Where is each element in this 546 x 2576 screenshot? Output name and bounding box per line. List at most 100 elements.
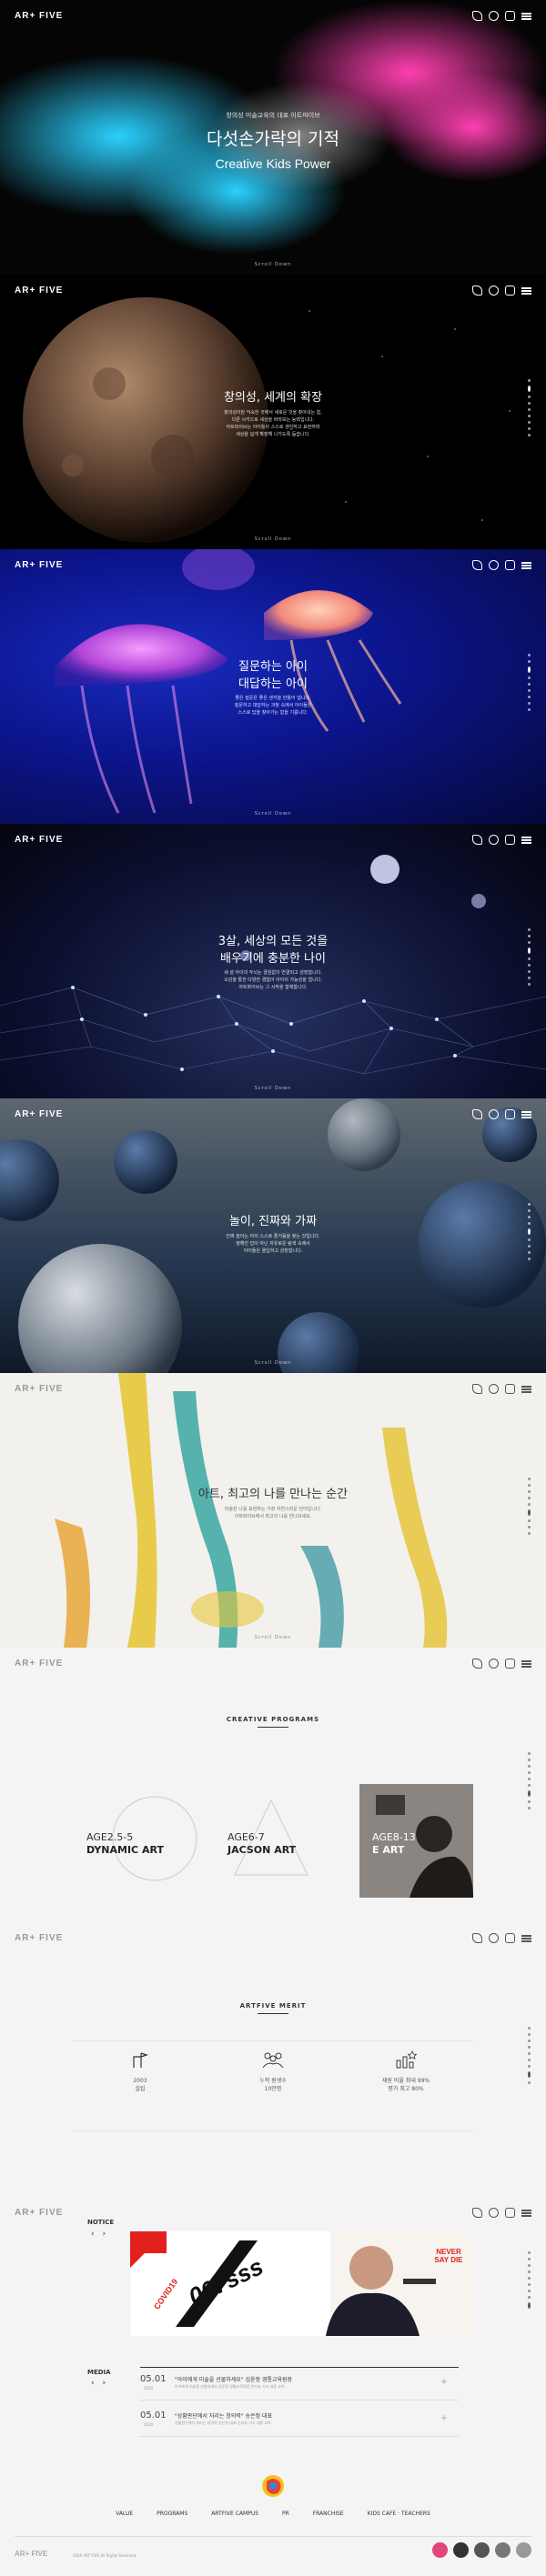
chat-icon[interactable] [489, 1659, 499, 1669]
brand-logo[interactable]: AR+ FIVE [15, 286, 63, 296]
phone-icon[interactable] [472, 835, 482, 845]
program-card-eart[interactable]: AGE8-13 E ART [359, 1784, 473, 1898]
message-icon[interactable] [505, 286, 515, 296]
section-pagination[interactable] [528, 2027, 531, 2088]
brand-logo[interactable]: AR+ FIVE [15, 11, 63, 21]
menu-icon[interactable] [521, 11, 531, 21]
scroll-down-hint[interactable]: Scroll Down [0, 1086, 546, 1091]
question-title: 질문하는 아이 대답하는 아이 [238, 660, 308, 691]
section-pagination[interactable] [528, 928, 531, 989]
program-card-jacson[interactable]: AGE6-7 JACSON ART [228, 1784, 341, 1898]
message-icon[interactable] [505, 11, 515, 21]
footer-link-kidscafe[interactable]: KIDS CAFE · TEACHERS [368, 2511, 430, 2517]
menu-icon[interactable] [521, 835, 531, 845]
blog-icon[interactable] [474, 2542, 490, 2558]
kakao-icon[interactable] [495, 2542, 511, 2558]
scroll-down-hint[interactable]: Scroll Down [0, 536, 546, 542]
menu-icon[interactable] [521, 1109, 531, 1119]
notice-media-section: AR+ FIVE NOTICE ‹ › COVID19 007sss NEVER… [0, 2197, 546, 2576]
programs-label: CREATIVE PROGRAMS [0, 1716, 546, 1728]
phone-icon[interactable] [472, 560, 482, 570]
program-card-dynamic[interactable]: AGE2.5-5 DYNAMIC ART [86, 1784, 200, 1898]
phone-icon[interactable] [472, 1933, 482, 1943]
age3-title: 3살, 세상의 모든 것을 배우기에 충분한 나이 [217, 935, 329, 966]
facebook-icon[interactable] [516, 2542, 531, 2558]
chat-icon[interactable] [489, 286, 499, 296]
next-arrow-icon[interactable]: › [102, 2230, 106, 2239]
chat-icon[interactable] [489, 2208, 499, 2218]
hero-kicker: 창의성 미술교육의 대표 아트파이브 [226, 112, 320, 119]
section-pagination[interactable] [528, 654, 531, 715]
footer-link-pr[interactable]: PR [282, 2511, 289, 2517]
social-links [432, 2542, 531, 2558]
chat-icon[interactable] [489, 560, 499, 570]
message-icon[interactable] [505, 1933, 515, 1943]
plus-icon[interactable]: + [440, 2377, 448, 2387]
age3-body: 세 살 아이의 두뇌는 끊임없이 연결되고 성장합니다. 오감을 통한 다양한 … [224, 970, 322, 990]
brand-logo[interactable]: AR+ FIVE [15, 835, 63, 845]
media-divider [140, 2367, 459, 2368]
scroll-down-hint[interactable]: Scroll Down [0, 1635, 546, 1640]
menu-icon[interactable] [521, 1933, 531, 1943]
menu-icon[interactable] [521, 560, 531, 570]
brand-logo[interactable]: AR+ FIVE [15, 1109, 63, 1119]
scroll-down-hint[interactable]: Scroll Down [0, 811, 546, 817]
message-icon[interactable] [505, 1659, 515, 1669]
phone-icon[interactable] [472, 11, 482, 21]
brand-logo[interactable]: AR+ FIVE [15, 560, 63, 570]
menu-icon[interactable] [521, 286, 531, 296]
prev-arrow-icon[interactable]: ‹ [91, 2379, 95, 2388]
menu-icon[interactable] [521, 2208, 531, 2218]
message-icon[interactable] [505, 835, 515, 845]
section-pagination[interactable] [528, 1203, 531, 1264]
brand-logo[interactable]: AR+ FIVE [15, 1933, 63, 1943]
message-icon[interactable] [505, 1384, 515, 1394]
scroll-down-hint[interactable]: Scroll Down [0, 1360, 546, 1366]
section-pagination[interactable] [528, 2251, 531, 2312]
message-icon[interactable] [505, 1109, 515, 1119]
instagram-icon[interactable] [432, 2542, 448, 2558]
phone-icon[interactable] [472, 1384, 482, 1394]
footer-link-programs[interactable]: PROGRAMS [157, 2511, 187, 2517]
brand-logo[interactable]: AR+ FIVE [15, 2208, 63, 2218]
phone-icon[interactable] [472, 2208, 482, 2218]
media-row[interactable]: 05.01 2020 "상황판단에서 처리는 창의력" 송은정 대표 상황판단에… [140, 2408, 459, 2437]
phone-icon[interactable] [472, 1109, 482, 1119]
footer-link-campus[interactable]: ARTFIVE CAMPUS [211, 2511, 258, 2517]
youtube-icon[interactable] [453, 2542, 469, 2558]
prev-arrow-icon[interactable]: ‹ [91, 2230, 95, 2239]
message-icon[interactable] [505, 560, 515, 570]
chat-icon[interactable] [489, 835, 499, 845]
chat-icon[interactable] [489, 11, 499, 21]
program-age: AGE2.5-5 [86, 1831, 134, 1843]
header: AR+ FIVE [15, 11, 531, 24]
media-row[interactable]: 05.01 2020 "아이에게 미술을 선물하세요" 김윤정 영통교육원장 아… [140, 2371, 459, 2401]
section-pagination[interactable] [528, 1478, 531, 1539]
menu-icon[interactable] [521, 1384, 531, 1394]
footer-link-franchise[interactable]: FRANCHISE [313, 2511, 344, 2517]
creativity-body: 창의성이란 익숙한 것에서 새로운 것을 찾아내는 힘, 다른 시각으로 세상을… [224, 410, 322, 437]
chat-icon[interactable] [489, 1933, 499, 1943]
brand-emblem-icon [262, 2475, 284, 2497]
section-pagination[interactable] [528, 1752, 531, 1813]
header: AR+ FIVE [15, 1659, 531, 1671]
chart-star-icon [396, 2050, 418, 2069]
section-pagination[interactable] [528, 379, 531, 440]
notice-banner[interactable]: COVID19 007sss NEVER SAY DIE [130, 2231, 474, 2336]
brand-logo[interactable]: AR+ FIVE [15, 1659, 63, 1669]
merit-item-students: 누적 원생수 10만명 [228, 2050, 318, 2122]
chat-icon[interactable] [489, 1109, 499, 1119]
chat-icon[interactable] [489, 1384, 499, 1394]
phone-icon[interactable] [472, 1659, 482, 1669]
program-name: JACSON ART [228, 1844, 297, 1856]
plus-icon[interactable]: + [440, 2413, 448, 2423]
header: AR+ FIVE [15, 1933, 531, 1946]
play-body: 진짜 놀이는 아이 스스로 즐거움을 찾는 것입니다. 정해진 답이 아닌 자유… [226, 1234, 320, 1254]
phone-icon[interactable] [472, 286, 482, 296]
brand-logo[interactable]: AR+ FIVE [15, 1384, 63, 1394]
message-icon[interactable] [505, 2208, 515, 2218]
scroll-down-hint[interactable]: Scroll Down [0, 262, 546, 267]
footer-link-value[interactable]: VALUE [116, 2511, 133, 2517]
next-arrow-icon[interactable]: › [102, 2379, 106, 2388]
menu-icon[interactable] [521, 1659, 531, 1669]
